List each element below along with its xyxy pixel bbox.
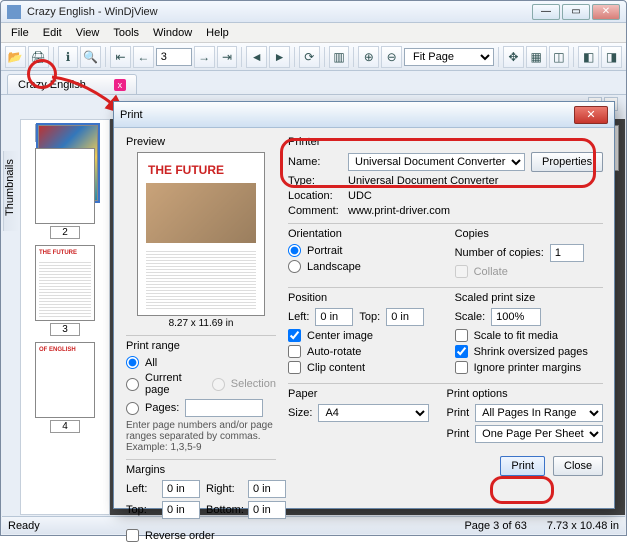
collate-checkbox bbox=[455, 265, 468, 278]
menu-help[interactable]: Help bbox=[200, 25, 235, 41]
app-icon bbox=[7, 5, 21, 19]
scale-input[interactable] bbox=[491, 308, 541, 326]
printer-comment: www.print-driver.com bbox=[348, 205, 450, 217]
rotate-button[interactable]: ⟳ bbox=[299, 46, 320, 68]
printer-name-select[interactable]: Universal Document Converter bbox=[348, 153, 525, 171]
clip-content-checkbox[interactable] bbox=[288, 361, 301, 374]
tool-3-button[interactable]: ◫ bbox=[549, 46, 570, 68]
margin-bottom-input[interactable] bbox=[248, 501, 286, 519]
printer-location: UDC bbox=[348, 190, 372, 202]
thumbnail[interactable]: 4 bbox=[35, 342, 95, 433]
print-what-select[interactable]: All Pages In Range bbox=[475, 404, 603, 422]
menu-window[interactable]: Window bbox=[147, 25, 198, 41]
tool-5-button[interactable]: ◨ bbox=[601, 46, 622, 68]
scale-fit-checkbox[interactable] bbox=[455, 329, 468, 342]
menu-edit[interactable]: Edit bbox=[37, 25, 68, 41]
layout-button[interactable]: ▥ bbox=[329, 46, 350, 68]
copies-input[interactable] bbox=[550, 244, 584, 262]
orientation-portrait-radio[interactable] bbox=[288, 244, 301, 257]
close-button[interactable]: ✕ bbox=[592, 4, 620, 20]
range-group: Print range bbox=[126, 340, 276, 352]
first-page-button[interactable]: ⇤ bbox=[110, 46, 131, 68]
titlebar: Crazy English - WinDjView — ▭ ✕ bbox=[1, 1, 626, 23]
print-layout-select[interactable]: One Page Per Sheet bbox=[475, 425, 603, 443]
pos-left-input[interactable] bbox=[315, 308, 353, 326]
thumbnail[interactable]: 3 bbox=[35, 245, 95, 336]
dialog-title: Print bbox=[120, 109, 574, 121]
menu-file[interactable]: File bbox=[5, 25, 35, 41]
prev-page-button[interactable]: ← bbox=[133, 46, 154, 68]
options-group: Print options bbox=[447, 388, 604, 400]
margins-group: Margins bbox=[126, 464, 276, 476]
preview-image bbox=[137, 152, 265, 316]
document-tab-label: Crazy English bbox=[18, 79, 86, 91]
next-page-button[interactable]: → bbox=[194, 46, 215, 68]
zoom-select[interactable]: Fit Page bbox=[404, 48, 494, 66]
tool-2-button[interactable]: ▦ bbox=[526, 46, 547, 68]
range-current-radio[interactable] bbox=[126, 378, 139, 391]
menu-bar: File Edit View Tools Window Help bbox=[1, 23, 626, 43]
nav-fwd-button[interactable]: ► bbox=[269, 46, 290, 68]
thumbnail[interactable]: 1 bbox=[35, 124, 95, 142]
range-all-radio[interactable] bbox=[126, 356, 139, 369]
print-button[interactable]: 🖨 bbox=[28, 46, 49, 68]
dialog-close-button[interactable]: ✕ bbox=[574, 106, 608, 124]
find-button[interactable]: 🔍 bbox=[80, 46, 101, 68]
maximize-button[interactable]: ▭ bbox=[562, 4, 590, 20]
print-dialog: Print ✕ Preview 8.27 x 11.69 in Print ra… bbox=[113, 101, 615, 509]
thumbnail[interactable]: 2 bbox=[35, 148, 95, 239]
tool-4-button[interactable]: ◧ bbox=[578, 46, 599, 68]
range-pages-radio[interactable] bbox=[126, 402, 139, 415]
margin-left-input[interactable] bbox=[162, 480, 200, 498]
paper-group: Paper bbox=[288, 388, 429, 400]
range-selection-radio bbox=[212, 378, 225, 391]
menu-tools[interactable]: Tools bbox=[107, 25, 145, 41]
auto-rotate-checkbox[interactable] bbox=[288, 345, 301, 358]
menu-view[interactable]: View bbox=[70, 25, 106, 41]
ignore-margins-checkbox[interactable] bbox=[455, 361, 468, 374]
open-button[interactable]: 📂 bbox=[5, 46, 26, 68]
position-group: Position bbox=[288, 292, 437, 304]
page-number-input[interactable] bbox=[156, 48, 192, 66]
thumbnails-panel: 1 2 3 4 bbox=[20, 119, 110, 515]
document-tab[interactable]: Crazy English x bbox=[7, 74, 137, 94]
dialog-close-button-2[interactable]: Close bbox=[553, 456, 603, 476]
dialog-titlebar: Print ✕ bbox=[114, 102, 614, 128]
preview-label: Preview bbox=[126, 136, 276, 148]
orientation-group: Orientation bbox=[288, 228, 437, 240]
printer-properties-button[interactable]: Properties bbox=[531, 152, 603, 172]
shrink-checkbox[interactable] bbox=[455, 345, 468, 358]
close-tab-icon[interactable]: x bbox=[114, 79, 126, 91]
orientation-landscape-radio[interactable] bbox=[288, 260, 301, 273]
margin-top-input[interactable] bbox=[162, 501, 200, 519]
copies-group: Copies bbox=[455, 228, 604, 240]
center-image-checkbox[interactable] bbox=[288, 329, 301, 342]
minimize-button[interactable]: — bbox=[532, 4, 560, 20]
zoom-in-button[interactable]: ⊕ bbox=[358, 46, 379, 68]
zoom-out-button[interactable]: ⊖ bbox=[381, 46, 402, 68]
range-pages-input[interactable] bbox=[185, 399, 263, 417]
last-page-button[interactable]: ⇥ bbox=[217, 46, 238, 68]
preview-size: 8.27 x 11.69 in bbox=[126, 318, 276, 329]
nav-back-button[interactable]: ◄ bbox=[246, 46, 267, 68]
printer-group: Printer bbox=[288, 136, 603, 148]
tool-1-button[interactable]: ✥ bbox=[503, 46, 524, 68]
printer-type: Universal Document Converter bbox=[348, 175, 498, 187]
range-hint: Enter page numbers and/or page ranges se… bbox=[126, 420, 276, 453]
main-window: Crazy English - WinDjView — ▭ ✕ File Edi… bbox=[0, 0, 627, 536]
print-confirm-button[interactable]: Print bbox=[500, 456, 545, 476]
paper-size-select[interactable]: A4 bbox=[318, 404, 428, 422]
document-tabstrip: Crazy English x bbox=[1, 71, 626, 95]
toolbar: 📂 🖨 ℹ 🔍 ⇤ ← → ⇥ ◄ ► ⟳ ▥ ⊕ ⊖ Fit Page ✥ ▦… bbox=[1, 43, 626, 71]
pos-top-input[interactable] bbox=[386, 308, 424, 326]
info-button[interactable]: ℹ bbox=[58, 46, 79, 68]
status-ready: Ready bbox=[8, 520, 40, 532]
scaled-group: Scaled print size bbox=[455, 292, 604, 304]
margin-right-input[interactable] bbox=[248, 480, 286, 498]
window-title: Crazy English - WinDjView bbox=[27, 6, 532, 18]
